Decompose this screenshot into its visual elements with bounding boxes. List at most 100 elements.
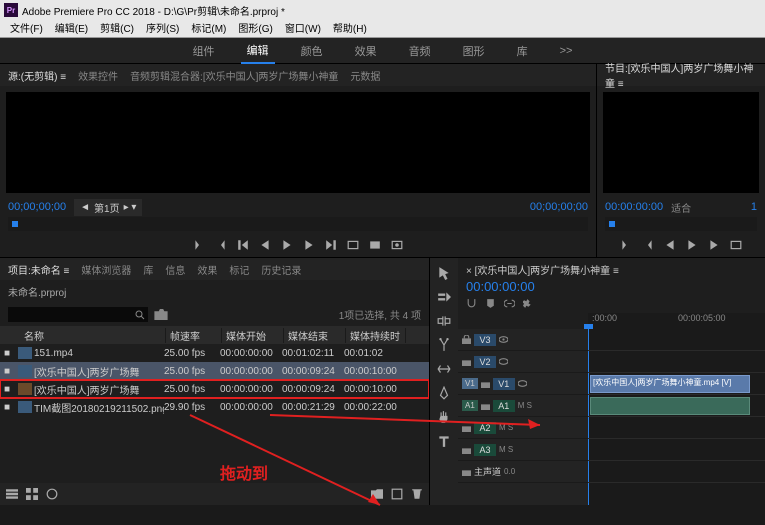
- col-end[interactable]: 媒体结束: [284, 328, 346, 343]
- step-back-icon[interactable]: [259, 239, 271, 251]
- menu-clip[interactable]: 剪辑(C): [94, 20, 140, 37]
- ws-color[interactable]: 颜色: [295, 39, 329, 63]
- page-nav[interactable]: ◄ 第1页 ▸ ▾: [74, 199, 142, 216]
- track-master[interactable]: 主声道0.0: [458, 461, 588, 483]
- audio-clip[interactable]: [590, 397, 750, 415]
- icon-view-icon[interactable]: [26, 488, 38, 500]
- menu-marker[interactable]: 标记(M): [185, 20, 232, 37]
- menu-sequence[interactable]: 序列(S): [140, 20, 185, 37]
- pen-tool-icon[interactable]: [437, 386, 451, 400]
- track-v1[interactable]: V1V1: [458, 373, 588, 395]
- lock-icon[interactable]: [462, 335, 471, 344]
- selection-tool-icon[interactable]: [437, 266, 451, 280]
- lock-icon[interactable]: [462, 445, 471, 454]
- play-icon[interactable]: [686, 239, 698, 251]
- ws-graphics[interactable]: 图形: [457, 39, 491, 63]
- lock-icon[interactable]: [462, 357, 471, 366]
- table-row[interactable]: ■151.mp425.00 fps00:00:00:0000:01:02:110…: [0, 344, 429, 362]
- type-tool-icon[interactable]: [437, 434, 451, 448]
- menu-file[interactable]: 文件(F): [4, 20, 49, 37]
- track-v3[interactable]: V3: [458, 329, 588, 351]
- tab-source[interactable]: 源:(无剪辑) ≡: [8, 68, 66, 83]
- mark-in-icon[interactable]: [193, 239, 205, 251]
- video-clip[interactable]: [欢乐中国人]两岁广场舞小神童.mp4 [V]: [590, 375, 750, 393]
- list-view-icon[interactable]: [6, 488, 18, 500]
- tab-markers[interactable]: 标记: [229, 262, 249, 277]
- source-viewer[interactable]: [6, 92, 590, 193]
- search-input[interactable]: [8, 307, 148, 322]
- tab-media-browser[interactable]: 媒体浏览器: [81, 262, 131, 277]
- tab-program[interactable]: 节目:[欢乐中国人]两岁广场舞小神童 ≡: [605, 60, 757, 90]
- col-name[interactable]: 名称: [20, 328, 166, 343]
- timeline-tc[interactable]: 00:00:00:00: [466, 279, 757, 294]
- program-scrubber[interactable]: [605, 217, 757, 231]
- ws-assembly[interactable]: 组件: [187, 39, 221, 63]
- snap-icon[interactable]: [466, 298, 477, 309]
- tab-history[interactable]: 历史记录: [261, 262, 301, 277]
- step-fwd-icon[interactable]: [303, 239, 315, 251]
- new-item-icon[interactable]: [391, 488, 403, 500]
- freeform-icon[interactable]: [46, 488, 58, 500]
- program-tc-right[interactable]: 1: [751, 201, 757, 213]
- trash-icon[interactable]: [411, 488, 423, 500]
- table-row[interactable]: ■[欢乐中国人]两岁广场舞25.00 fps00:00:00:0000:00:0…: [0, 362, 429, 380]
- hand-tool-icon[interactable]: [437, 410, 451, 424]
- track-a1[interactable]: A1A1M S: [458, 395, 588, 417]
- col-start[interactable]: 媒体开始: [222, 328, 284, 343]
- timeline-ruler[interactable]: :00:00 00:00:05:00 00:00:10:00: [588, 313, 765, 329]
- track-a3[interactable]: A3M S: [458, 439, 588, 461]
- lock-icon[interactable]: [481, 379, 490, 388]
- program-viewer[interactable]: [603, 92, 759, 193]
- ws-effects[interactable]: 效果: [349, 39, 383, 63]
- insert-icon[interactable]: [347, 239, 359, 251]
- eye-icon[interactable]: [518, 379, 527, 388]
- step-fwd-icon[interactable]: [708, 239, 720, 251]
- link-icon[interactable]: [504, 298, 515, 309]
- col-fps[interactable]: 帧速率: [166, 328, 222, 343]
- bin-icon[interactable]: [154, 309, 168, 320]
- track-a2[interactable]: A2M S: [458, 417, 588, 439]
- source-scrubber[interactable]: [8, 217, 588, 231]
- mark-out-icon[interactable]: [215, 239, 227, 251]
- ws-editing[interactable]: 编辑: [241, 38, 275, 64]
- tab-info[interactable]: 信息: [165, 262, 185, 277]
- overwrite-icon[interactable]: [369, 239, 381, 251]
- export-frame-icon[interactable]: [391, 239, 403, 251]
- eye-icon[interactable]: [499, 335, 508, 344]
- mark-out-icon[interactable]: [642, 239, 654, 251]
- tab-project[interactable]: 项目:未命名 ≡: [8, 262, 69, 277]
- lock-icon[interactable]: [481, 401, 490, 410]
- ws-audio[interactable]: 音频: [403, 39, 437, 63]
- source-tc-right[interactable]: 00;00;00;00: [530, 201, 588, 213]
- tab-audio-mixer[interactable]: 音频剪辑混合器:[欢乐中国人]两岁广场舞小神童: [130, 68, 338, 83]
- eye-icon[interactable]: [499, 357, 508, 366]
- ws-library[interactable]: 库: [511, 39, 534, 63]
- program-tc-left[interactable]: 00:00:00:00: [605, 201, 663, 213]
- lock-icon[interactable]: [462, 423, 471, 432]
- table-row[interactable]: ■TIM截图20180219211502.png29.90 fps00:00:0…: [0, 398, 429, 416]
- track-select-tool-icon[interactable]: [437, 290, 451, 304]
- menu-graphics[interactable]: 图形(G): [232, 20, 278, 37]
- settings-icon[interactable]: [523, 298, 534, 309]
- ws-more[interactable]: >>: [554, 41, 579, 61]
- razor-tool-icon[interactable]: [437, 338, 451, 352]
- tab-library[interactable]: 库: [143, 262, 153, 277]
- menu-help[interactable]: 帮助(H): [327, 20, 373, 37]
- new-bin-icon[interactable]: [371, 488, 383, 500]
- mark-in-icon[interactable]: [620, 239, 632, 251]
- timeline-title[interactable]: × [欢乐中国人]两岁广场舞小神童 ≡: [466, 262, 757, 277]
- step-back-icon[interactable]: [664, 239, 676, 251]
- play-icon[interactable]: [281, 239, 293, 251]
- ripple-tool-icon[interactable]: [437, 314, 451, 328]
- tab-effect-controls[interactable]: 效果控件: [78, 68, 118, 83]
- menu-edit[interactable]: 编辑(E): [49, 20, 94, 37]
- source-tc-left[interactable]: 00;00;00;00: [8, 201, 66, 213]
- menu-window[interactable]: 窗口(W): [279, 20, 327, 37]
- go-in-icon[interactable]: [237, 239, 249, 251]
- track-area[interactable]: [欢乐中国人]两岁广场舞小神童.mp4 [V]: [588, 329, 765, 505]
- col-dur[interactable]: 媒体持续时: [346, 328, 406, 343]
- fit-dropdown[interactable]: 适合: [671, 200, 691, 215]
- track-v2[interactable]: V2: [458, 351, 588, 373]
- marker-icon[interactable]: [485, 298, 496, 309]
- slip-tool-icon[interactable]: [437, 362, 451, 376]
